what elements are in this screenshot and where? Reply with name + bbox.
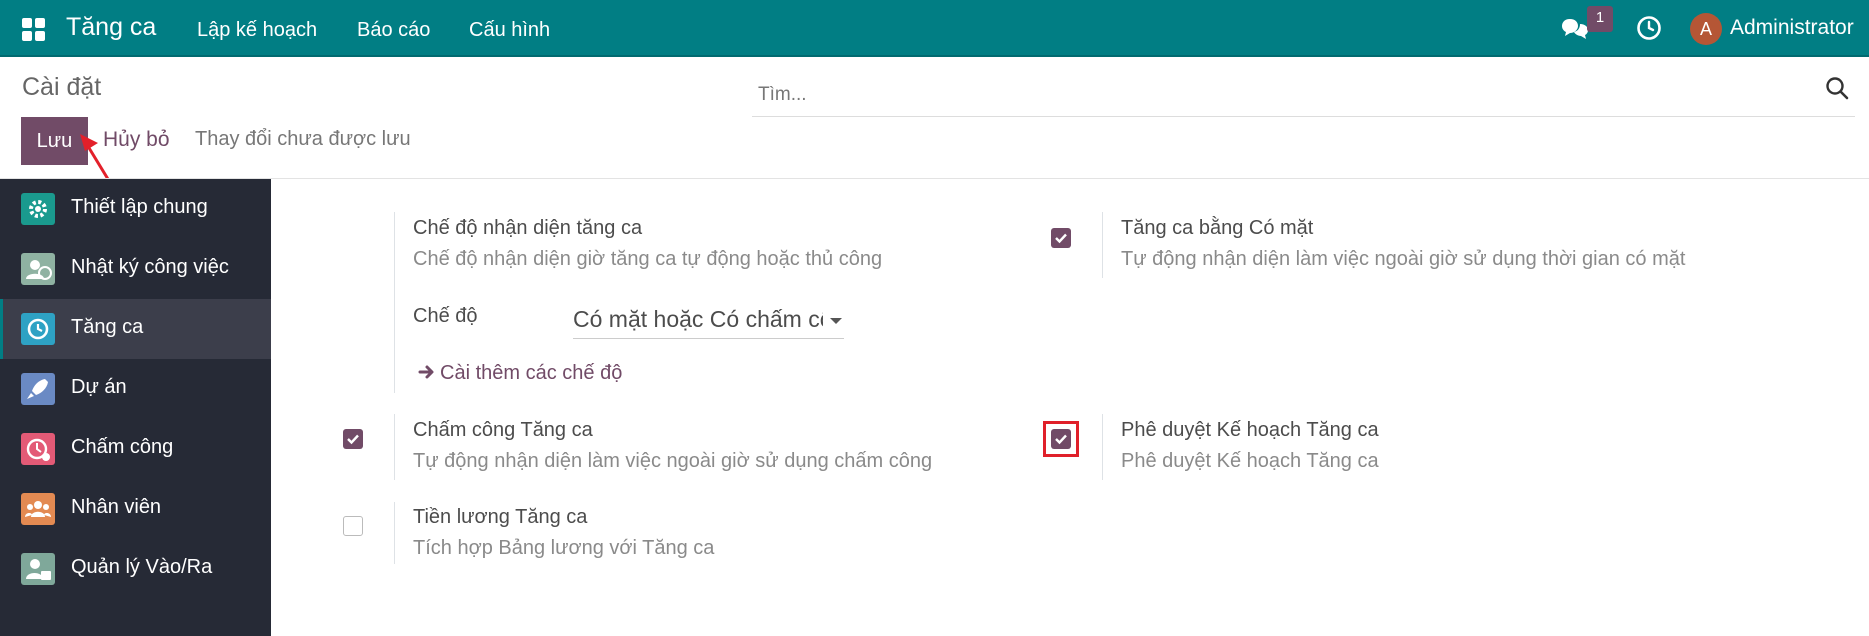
gear-icon — [21, 193, 55, 225]
top-navbar: Tăng ca Lập kế hoạch Báo cáo Cấu hình 1 … — [0, 0, 1869, 57]
payroll-overtime-checkbox[interactable] — [343, 516, 363, 536]
plan-approval-description: Phê duyệt Kế hoạch Tăng ca — [1121, 450, 1379, 472]
rocket-icon — [21, 373, 55, 405]
search-icon[interactable] — [1824, 75, 1852, 103]
checkin-icon — [21, 553, 55, 585]
payroll-overtime-title: Tiền lương Tăng ca — [413, 506, 588, 528]
menu-configuration[interactable]: Cấu hình — [469, 19, 550, 42]
setting-divider — [1102, 212, 1103, 278]
mode-select[interactable]: Có mặt hoặc Có chấm công — [573, 303, 844, 339]
recognition-mode-title: Chế độ nhận diện tăng ca — [413, 217, 643, 239]
unsaved-changes-text: Thay đổi chưa được lưu — [195, 128, 411, 150]
caret-down-icon — [830, 318, 842, 324]
sidebar-item-label: Thiết lập chung — [71, 196, 208, 218]
checkmark-icon — [347, 434, 359, 445]
overtime-icon — [21, 313, 55, 345]
mode-label: Chế độ — [413, 305, 478, 327]
setting-divider — [1102, 414, 1103, 480]
employees-icon — [21, 493, 55, 525]
setting-divider — [394, 502, 395, 564]
sidebar-item-overtime[interactable]: Tăng ca — [0, 299, 271, 359]
attendance-overtime-title: Chấm công Tăng ca — [413, 419, 593, 441]
attendance-overtime-checkbox[interactable] — [343, 429, 363, 449]
presence-overtime-title: Tăng ca bằng Có mặt — [1121, 217, 1314, 239]
user-avatar[interactable]: A — [1690, 13, 1722, 45]
messages-badge: 1 — [1587, 6, 1613, 32]
search-bar — [752, 73, 1855, 117]
presence-overtime-description: Tự động nhận diện làm việc ngoài giờ sử … — [1121, 248, 1686, 270]
mode-select-value: Có mặt hoặc Có chấm công — [573, 306, 823, 332]
install-more-modes-link[interactable]: Cài thêm các chế độ — [418, 362, 622, 385]
checkmark-icon — [1055, 233, 1067, 244]
plan-approval-title: Phê duyệt Kế hoạch Tăng ca — [1121, 419, 1379, 441]
payroll-overtime-description: Tích hợp Bảng lương với Tăng ca — [413, 537, 715, 559]
search-input[interactable] — [758, 81, 1798, 109]
sidebar-item-label: Tăng ca — [71, 316, 144, 338]
arrow-right-icon — [418, 365, 434, 379]
app-name[interactable]: Tăng ca — [66, 13, 156, 42]
sidebar-item-checkin-checkout[interactable]: Quản lý Vào/Ra — [0, 539, 271, 599]
install-more-modes-label: Cài thêm các chế độ — [440, 362, 623, 384]
sidebar-item-attendance[interactable]: Chấm công — [0, 419, 271, 479]
sidebar-item-projects[interactable]: Dự án — [0, 359, 271, 419]
sidebar-item-label: Nhật ký công việc — [71, 256, 229, 278]
setting-divider — [394, 414, 395, 480]
checkmark-icon — [1055, 434, 1067, 445]
presence-overtime-checkbox[interactable] — [1051, 228, 1071, 248]
menu-planning[interactable]: Lập kế hoạch — [197, 19, 317, 42]
sidebar-item-timesheets[interactable]: Nhật ký công việc — [0, 239, 271, 299]
sidebar-item-label: Dự án — [71, 376, 127, 398]
sidebar-item-employees[interactable]: Nhân viên — [0, 479, 271, 539]
sidebar-item-label: Nhân viên — [71, 496, 162, 518]
timesheet-icon — [21, 253, 55, 285]
apps-menu-icon[interactable] — [22, 18, 46, 42]
page-title: Cài đặt — [22, 73, 102, 101]
plan-approval-checkbox[interactable] — [1051, 429, 1071, 449]
settings-sidebar: Thiết lập chung Nhật ký công việc Tăng c… — [0, 179, 271, 636]
messages-icon[interactable] — [1561, 16, 1589, 42]
activity-clock-icon[interactable] — [1636, 15, 1662, 41]
attendance-icon — [21, 433, 55, 465]
sidebar-item-label: Chấm công — [71, 436, 174, 458]
attendance-overtime-description: Tự động nhận diện làm việc ngoài giờ sử … — [413, 450, 933, 472]
control-panel-divider — [0, 178, 1869, 179]
user-menu[interactable]: Administrator — [1730, 16, 1854, 40]
recognition-mode-description: Chế độ nhận diện giờ tăng ca tự động hoặ… — [413, 248, 883, 270]
sidebar-item-label: Quản lý Vào/Ra — [71, 556, 213, 578]
menu-reports[interactable]: Báo cáo — [357, 19, 430, 42]
setting-divider — [394, 212, 395, 393]
sidebar-item-general-settings[interactable]: Thiết lập chung — [0, 179, 271, 239]
